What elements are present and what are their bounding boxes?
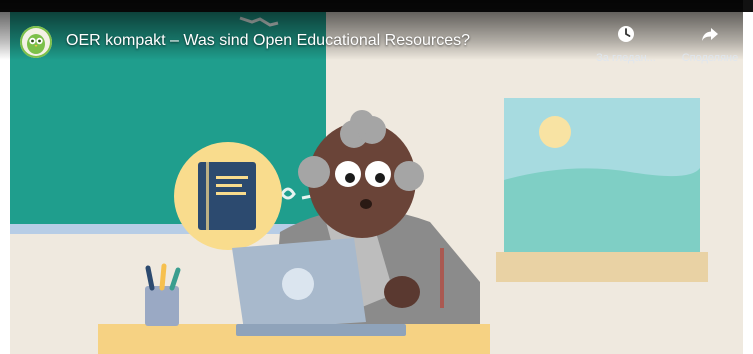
sun: [539, 116, 571, 148]
character-hair-right: [394, 161, 424, 191]
owl-icon: [27, 34, 45, 54]
character-hand: [384, 276, 420, 308]
watch-later-label: За гледан...: [596, 52, 656, 64]
laptop-logo: [282, 268, 314, 300]
share-label: Споделяне: [681, 52, 739, 64]
window-sea: [504, 168, 700, 252]
laptop-base: [236, 324, 406, 336]
clock-icon: [618, 26, 634, 42]
watch-later-button[interactable]: За гледан...: [588, 24, 664, 66]
window-sill: [496, 252, 708, 282]
channel-avatar[interactable]: [20, 26, 52, 58]
video-title[interactable]: OER kompakt – Was sind Open Educational …: [66, 32, 470, 50]
character-mouth: [360, 199, 372, 209]
share-button[interactable]: Споделяне: [672, 24, 748, 66]
pencil-cup: [145, 286, 179, 326]
character-hair-left: [298, 156, 330, 188]
chalkboard-ledge: [10, 224, 326, 234]
character-hair-top: [350, 110, 374, 134]
share-arrow-icon: [702, 28, 718, 41]
video-player[interactable]: OER kompakt – Was sind Open Educational …: [0, 0, 753, 354]
